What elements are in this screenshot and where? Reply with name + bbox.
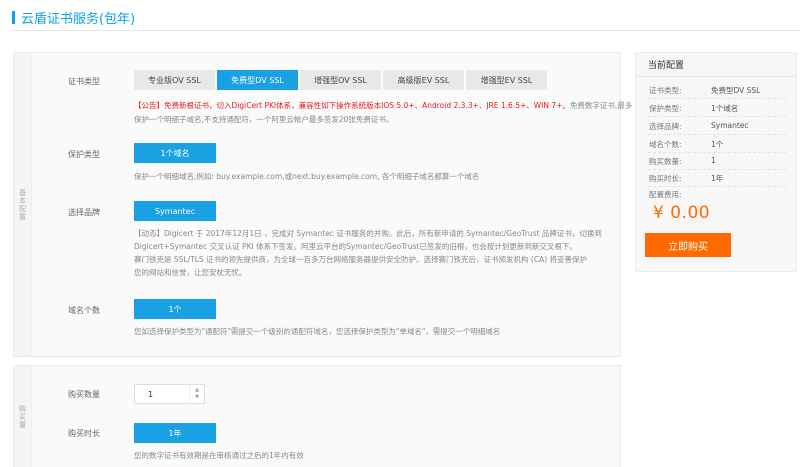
config-row: 保护类型: 1个域名 — [649, 104, 739, 113]
domain-count-label: 域名个数 — [68, 306, 100, 315]
protect-type-option[interactable]: 1个域名 — [134, 143, 216, 163]
duration-desc: 您的数字证书有效期是在审核通过之后的1年内有效 — [134, 451, 304, 460]
cert-type-label: 证书类型 — [68, 77, 100, 86]
price-value: ¥ 0.00 — [653, 203, 711, 223]
tab-ev-advanced[interactable]: 高级版EV SSL — [383, 70, 464, 90]
config-panel-title: 当前配置 — [636, 53, 796, 77]
brand-desc-line: 赛门铁克是 SSL/TLS 证书的领先提供商，为全球一百多万台网络服务器提供安全… — [134, 255, 587, 264]
tab-dv-free[interactable]: 免费型DV SSL — [217, 70, 298, 90]
brand-label: 选择品牌 — [68, 208, 100, 217]
purchase-section: 购买量 购买数量 ▲ ▼ 购买时长 1年 您的数字证书有效期是在审核通过之后的1… — [13, 365, 621, 467]
buy-now-button[interactable]: 立即购买 — [645, 233, 731, 257]
tab-ov-enhanced[interactable]: 增强型OV SSL — [300, 70, 381, 90]
page-title: 云盾证书服务(包年) — [12, 8, 136, 27]
purchase-body: 购买数量 ▲ ▼ 购买时长 1年 您的数字证书有效期是在审核通过之后的1年内有效 — [31, 366, 620, 467]
quantity-input[interactable] — [135, 385, 189, 403]
config-row: 购买时长: 1年 — [649, 174, 724, 183]
tab-ev-enhanced[interactable]: 增强型EV SSL — [466, 70, 547, 90]
protect-type-label: 保护类型 — [68, 150, 100, 159]
cert-type-tabs: 专业版OV SSL 免费型DV SSL 增强型OV SSL 高级版EV SSL … — [134, 70, 549, 90]
divider — [648, 134, 786, 135]
divider — [648, 169, 786, 170]
quantity-stepper: ▲ ▼ — [134, 384, 205, 404]
config-row: 选择品牌: Symantec — [649, 121, 749, 131]
tab-ov-professional[interactable]: 专业版OV SSL — [134, 70, 215, 90]
basic-config-body: 证书类型 专业版OV SSL 免费型DV SSL 增强型OV SSL 高级版EV… — [31, 53, 632, 356]
current-config-panel: 当前配置 证书类型: 免费型DV SSL 保护类型: 1个域名 选择品牌: Syman… — [635, 52, 797, 272]
brand-option[interactable]: Symantec — [134, 201, 216, 221]
config-row: 域名个数: 1个 — [649, 140, 724, 149]
brand-desc-line: 您的网站和信誉，让您安枕无忧。 — [134, 268, 247, 277]
divider — [648, 186, 786, 187]
basic-config-section: 基本配置 证书类型 专业版OV SSL 免费型DV SSL 增强型OV SSL … — [13, 52, 632, 357]
brand-desc-line: 【动态】Digicert 于 2017年12月1日 ，完成对 Symantec … — [134, 229, 602, 238]
domain-count-option[interactable]: 1个 — [134, 299, 216, 319]
quantity-label: 购买数量 — [68, 390, 100, 399]
divider — [648, 98, 786, 99]
config-row: 购买数量: 1 — [649, 156, 716, 166]
section-side-label: 购买量 — [18, 404, 27, 429]
config-row: 证书类型: 免费型DV SSL — [649, 86, 761, 95]
domain-count-desc: 您如选择保护类型为"通配符"需提交一个级别的通配符域名，您选择保护类型为"单域名… — [134, 327, 501, 336]
duration-option[interactable]: 1年 — [134, 423, 216, 443]
fee-label: 配置费用: — [649, 190, 682, 199]
page-title-text: 云盾证书服务(包年) — [21, 11, 136, 27]
brand-desc-line: Digicert+Symantec 交叉认证 PKI 体系下签发。阿里云平台的S… — [134, 242, 577, 251]
section-side-label: 基本配置 — [18, 188, 27, 221]
protect-type-desc: 保护一个明细域名,例如: buy.example.com,或next.buy.e… — [134, 172, 480, 181]
brand-desc: 【动态】Digicert 于 2017年12月1日 ，完成对 Symantec … — [134, 227, 634, 279]
title-divider — [12, 30, 800, 31]
divider — [648, 116, 786, 117]
decrement-arrow-icon[interactable]: ▼ — [195, 394, 199, 401]
notice-announcement: 【公告】免费新根证书，切入DigiCert PKI体系，兼容性如下操作系统版本I… — [134, 101, 570, 110]
cert-type-notice: 【公告】免费新根证书，切入DigiCert PKI体系，兼容性如下操作系统版本I… — [134, 99, 634, 127]
duration-label: 购买时长 — [68, 429, 100, 438]
divider — [648, 152, 786, 153]
title-accent-bar — [12, 10, 15, 24]
increment-arrow-icon[interactable]: ▲ — [195, 387, 199, 394]
quantity-arrows: ▲ ▼ — [189, 385, 204, 403]
